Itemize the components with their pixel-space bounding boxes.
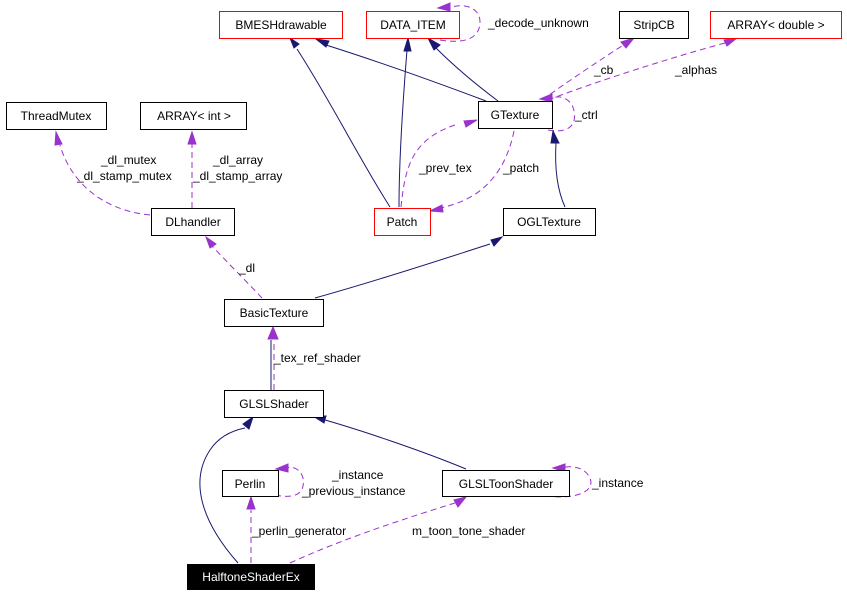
inherit-arrowhead [550, 129, 560, 144]
usage-arrowhead [620, 37, 636, 49]
svg-text:GLSLToonShader: GLSLToonShader [459, 477, 554, 491]
svg-text:Patch: Patch [387, 215, 418, 229]
edge-ogltexture-to-gtexture [550, 129, 566, 208]
inherit-arrowhead [242, 415, 254, 430]
edge-gtexture-to-data-item [426, 36, 499, 102]
label-dl-array: _dl_array [212, 153, 263, 167]
label-alphas: _alphas [674, 63, 717, 77]
usage-arrowhead [246, 495, 256, 510]
label-patch: _patch [502, 161, 539, 175]
label-dl-mutex: _dl_mutex [100, 153, 156, 167]
inherit-arrowhead [288, 36, 300, 49]
label-cb: _cb [593, 63, 614, 77]
label-dl-stamp-array: _dl_stamp_array [192, 169, 282, 183]
node-gtexture[interactable]: GTexture [478, 101, 553, 129]
collaboration-graph: _decode_unknown _cb _alphas _ctrl _prev_… [6, 2, 842, 590]
label-prev-tex: _prev_tex [418, 161, 472, 175]
label-toon-instance: _instance [591, 476, 644, 490]
usage-arrowhead [187, 130, 197, 145]
label-decode-unknown: _decode_unknown [487, 16, 589, 30]
node-data-item[interactable]: DATA_ITEM [366, 11, 460, 39]
label-m-toon-tone-shader: m_toon_tone_shader [412, 524, 525, 538]
svg-text:ThreadMutex: ThreadMutex [21, 109, 92, 123]
node-perlin[interactable]: Perlin [222, 470, 279, 497]
label-tex-ref-shader: _tex_ref_shader [273, 351, 361, 365]
svg-text:GLSLShader: GLSLShader [239, 397, 308, 411]
usage-arrowhead [428, 204, 444, 213]
svg-text:GTexture: GTexture [491, 108, 540, 122]
svg-text:DATA_ITEM: DATA_ITEM [380, 18, 446, 32]
label-previous-instance: _previous_instance [301, 484, 406, 498]
usage-arrowhead [204, 235, 217, 249]
edge-perlin-self [274, 463, 304, 497]
svg-text:DLhandler: DLhandler [165, 215, 220, 229]
node-array-double[interactable]: ARRAY< double > [710, 11, 842, 39]
node-glslshader[interactable]: GLSLShader [224, 390, 324, 418]
edge-glsltoonshader-to-glslshader [311, 415, 467, 470]
svg-text:BMESHdrawable: BMESHdrawable [235, 18, 327, 32]
inherit-arrowhead [490, 236, 504, 247]
node-bmeshdrawable[interactable]: BMESHdrawable [219, 11, 343, 39]
node-stripcb[interactable]: StripCB [619, 11, 689, 39]
inherit-arrowhead [314, 38, 330, 48]
node-threadmutex[interactable]: ThreadMutex [6, 102, 107, 130]
usage-arrowhead [436, 2, 451, 12]
label-dl-stamp-mutex: _dl_stamp_mutex [76, 169, 172, 183]
svg-text:Perlin: Perlin [235, 477, 266, 491]
edge-patch-to-bmeshdrawable [288, 36, 391, 208]
edge-gtexture-to-stripcb [541, 37, 636, 101]
label-perlin-instance: _instance [331, 468, 384, 482]
edge-gtexture-to-bmeshdrawable [314, 38, 487, 102]
usage-arrowhead [463, 119, 478, 128]
node-glsltoonshader[interactable]: GLSLToonShader [442, 470, 570, 497]
usage-arrowhead [723, 37, 739, 47]
inherit-arrowhead [426, 36, 441, 51]
svg-text:ARRAY< int >: ARRAY< int > [157, 109, 231, 123]
node-array-int[interactable]: ARRAY< int > [140, 102, 247, 130]
node-ogltexture[interactable]: OGLTexture [503, 208, 596, 236]
svg-text:BasicTexture: BasicTexture [240, 306, 309, 320]
node-basictexture[interactable]: BasicTexture [224, 299, 324, 327]
node-halftoneshaderex[interactable]: HalftoneShaderEx [187, 564, 315, 590]
svg-text:StripCB: StripCB [633, 18, 674, 32]
usage-arrowhead [453, 496, 468, 508]
svg-text:ARRAY< double >: ARRAY< double > [727, 18, 824, 32]
label-ctrl: _ctrl [574, 108, 598, 122]
usage-arrowhead [267, 325, 279, 340]
usage-arrowhead [54, 130, 63, 146]
label-dl: _dl [238, 261, 255, 275]
label-perlin-generator: _perlin_generator [251, 524, 346, 538]
inherit-arrowhead [403, 36, 412, 52]
usage-arrowhead [538, 93, 553, 103]
node-patch[interactable]: Patch [374, 208, 431, 236]
node-dlhandler[interactable]: DLhandler [151, 208, 235, 236]
edge-basictexture-to-ogltexture [314, 236, 504, 299]
svg-text:HalftoneShaderEx: HalftoneShaderEx [202, 570, 299, 584]
svg-text:OGLTexture: OGLTexture [517, 215, 581, 229]
